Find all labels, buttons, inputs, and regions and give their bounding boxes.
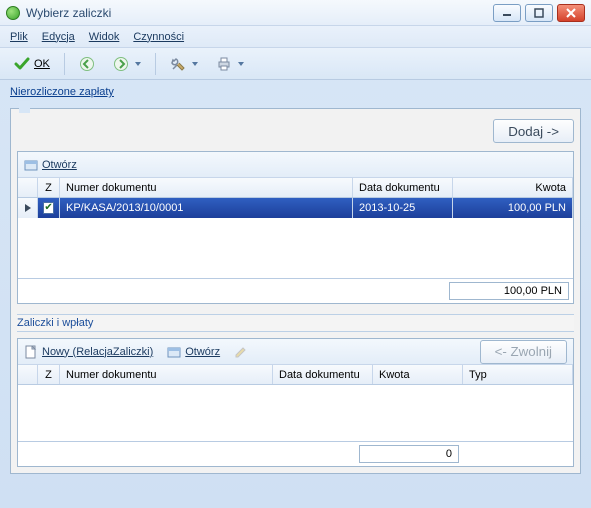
top-grid: Otwórz Z Numer dokumentu Data dokumentu … (17, 151, 574, 304)
nav-back-button[interactable] (73, 52, 101, 76)
section-label: Zaliczki i wpłaty (17, 314, 574, 332)
add-button[interactable]: Dodaj -> (493, 119, 574, 143)
release-button: <- Zwolnij (480, 340, 567, 364)
row-header-indicator (18, 198, 38, 218)
bottom-sum-row: 0 (18, 441, 573, 466)
col-z[interactable]: Z (38, 178, 60, 197)
open-icon (24, 158, 38, 172)
edit-item-disabled (234, 345, 248, 359)
ok-button[interactable]: OK (8, 52, 56, 76)
toolbar: OK (0, 48, 591, 80)
new-label: Nowy (RelacjaZaliczki) (42, 346, 153, 358)
bottom-sum: 0 (359, 445, 459, 463)
bottom-grid-toolbar: Nowy (RelacjaZaliczki) Otwórz <- Z (18, 339, 573, 365)
menu-edit[interactable]: Edycja (42, 31, 75, 43)
table-row[interactable]: ✔ KP/KASA/2013/10/0001 2013-10-25 100,00… (18, 198, 573, 218)
arrow-right-icon (113, 56, 129, 72)
groupbox-legend (19, 101, 30, 113)
printer-icon (216, 56, 232, 72)
unsettled-payments-link[interactable]: Nierozliczone zapłaty (10, 86, 114, 98)
open-item-bottom[interactable]: Otwórz (167, 345, 220, 359)
nav-forward-button[interactable] (107, 52, 147, 76)
open-label-bottom: Otwórz (185, 346, 220, 358)
col-z[interactable]: Z (38, 365, 60, 384)
col-amount[interactable]: Kwota (453, 178, 573, 197)
top-sum-row: 100,00 PLN (18, 278, 573, 303)
row-doc: KP/KASA/2013/10/0001 (60, 198, 353, 218)
minimize-button[interactable] (493, 4, 521, 22)
tools-icon (170, 56, 186, 72)
bottom-grid-header: Z Numer dokumentu Data dokumentu Kwota T… (18, 365, 573, 385)
tools-button[interactable] (164, 52, 204, 76)
window-title: Wybierz zaliczki (26, 6, 111, 20)
col-type[interactable]: Typ (463, 365, 573, 384)
top-grid-toolbar: Otwórz (18, 152, 573, 178)
arrow-left-icon (79, 56, 95, 72)
row-date: 2013-10-25 (353, 198, 453, 218)
main-groupbox: Dodaj -> Otwórz Z Numer dokumentu Data d… (10, 108, 581, 474)
menu-bar: Plik Edycja Widok Czynności (0, 26, 591, 48)
top-sum: 100,00 PLN (449, 282, 569, 300)
ok-label: OK (34, 58, 50, 70)
row-checkbox-cell: ✔ (38, 198, 60, 218)
edit-icon (234, 345, 248, 359)
new-icon (24, 345, 38, 359)
print-button[interactable] (210, 52, 250, 76)
bottom-grid: Nowy (RelacjaZaliczki) Otwórz <- Z (17, 338, 574, 467)
chevron-down-icon (135, 62, 141, 66)
titlebar: Wybierz zaliczki (0, 0, 591, 26)
check-icon (14, 56, 30, 72)
open-item[interactable]: Otwórz (24, 158, 77, 172)
new-item[interactable]: Nowy (RelacjaZaliczki) (24, 345, 153, 359)
col-doc[interactable]: Numer dokumentu (60, 178, 353, 197)
chevron-down-icon (238, 62, 244, 66)
chevron-down-icon (192, 62, 198, 66)
open-label: Otwórz (42, 159, 77, 171)
close-button[interactable] (557, 4, 585, 22)
menu-file[interactable]: Plik (10, 31, 28, 43)
top-grid-header: Z Numer dokumentu Data dokumentu Kwota (18, 178, 573, 198)
open-icon (167, 345, 181, 359)
checkbox-icon[interactable]: ✔ (43, 202, 53, 214)
col-amount[interactable]: Kwota (373, 365, 463, 384)
menu-view[interactable]: Widok (89, 31, 120, 43)
app-icon (6, 6, 20, 20)
row-amount: 100,00 PLN (453, 198, 573, 218)
col-doc[interactable]: Numer dokumentu (60, 365, 273, 384)
col-date[interactable]: Data dokumentu (353, 178, 453, 197)
col-date[interactable]: Data dokumentu (273, 365, 373, 384)
menu-actions[interactable]: Czynności (133, 31, 184, 43)
maximize-button[interactable] (525, 4, 553, 22)
